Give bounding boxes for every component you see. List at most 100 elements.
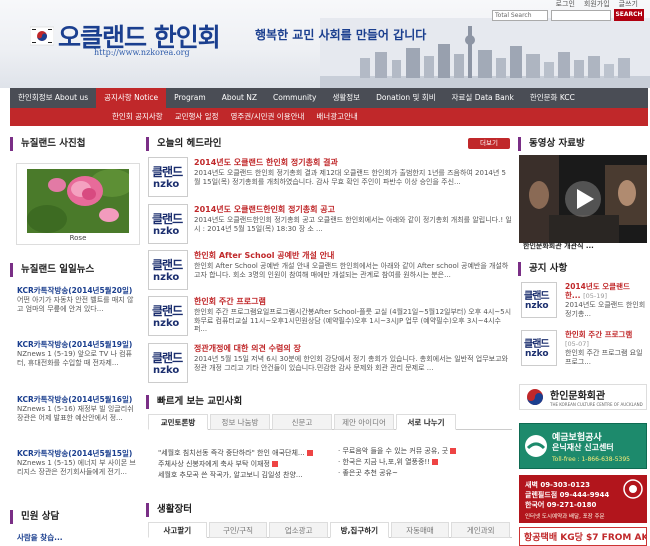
more-button[interactable]: 더보기 xyxy=(468,138,510,149)
thumb-logo-text: 클랜드 xyxy=(152,304,183,318)
tab-tutoring[interactable]: 게인과외 xyxy=(451,522,511,538)
nav-item-life-info[interactable]: 생활정보 xyxy=(324,88,368,108)
tab-business-ads[interactable]: 업소광고 xyxy=(269,522,329,538)
thumb-logo-text: 클랜드 xyxy=(152,351,183,365)
news-item[interactable]: KCR카톡작방송(2014년5월19일) NZnews 1 (5-19) 앞으로… xyxy=(17,340,139,367)
nav-item-kcc[interactable]: 한인문화 KCC xyxy=(522,88,583,108)
courier-banner[interactable]: 항공택배 KG당 $7 FROM AK xyxy=(519,527,647,546)
news-title[interactable]: KCR카톡작방송(2014년5월16일) xyxy=(17,395,139,404)
sub-nav-residency[interactable]: 영주권/시민권 이용안내 xyxy=(224,108,310,126)
signup-link[interactable]: 회원가입 xyxy=(584,0,610,9)
notice-heading[interactable]: 공지 사항 xyxy=(518,262,646,276)
nav-item-notice[interactable]: 공지사항 Notice xyxy=(96,88,167,108)
news-summary: NZnews 1 (5-16) 재정부 빌 잉글리쉬 장관은 어제 발표한 예산… xyxy=(17,405,134,422)
logo-url: http://www.nzkorea.org xyxy=(94,48,190,57)
nav-item-data-bank[interactable]: 자료실 Data Bank xyxy=(444,88,522,108)
post-link[interactable]: · 한국은 지금 나,포,위 열풍중!! xyxy=(338,457,510,468)
notice-title[interactable]: 한인회 주간 프로그램 [05-07] xyxy=(565,330,647,349)
headline-title[interactable]: 한인회 주간 프로그램 xyxy=(194,296,266,307)
sub-nav-banner-ads[interactable]: 배너광고안내 xyxy=(310,108,363,126)
video-caption[interactable]: 한인문화회관 개관식 ... xyxy=(523,241,594,251)
restaurant-banner[interactable]: 새벽 09-303-0123 글렌필드점 09-444-9944 한국어 09-… xyxy=(519,475,647,523)
headline-title[interactable]: 정관개정에 대한 의견 수렴의 장 xyxy=(194,343,301,354)
news-item[interactable]: KCR카톡작방송(2014년5월15일) NZnews 1 (5-15) 에너지… xyxy=(17,449,139,476)
sub-nav: 한인회 공지사항 교민행사 일정 영주권/시민권 이용안내 배너광고안내 xyxy=(10,108,648,126)
rose-photo xyxy=(27,169,129,233)
branch-phone: 한국어 09-271-0180 xyxy=(525,501,597,509)
photo-album-box[interactable]: Rose xyxy=(16,163,140,245)
culture-centre-banner[interactable]: 한인문화회관 THE KOREAN CULTURE CENTRE OF AUCK… xyxy=(519,384,647,410)
search-button[interactable]: SEARCH xyxy=(614,9,644,21)
headline-item[interactable]: 클랜드 nzko 정관개정에 대한 의견 수렴의 장 2014년 5월 15일 … xyxy=(148,343,512,388)
nav-item-donation[interactable]: Donation 및 회비 xyxy=(368,88,444,108)
news-title[interactable]: KCR카톡작방송(2014년5월19일) xyxy=(17,340,139,349)
headline-item[interactable]: 클랜드 nzko 한인회 After School 공예반 개설 안내 한인회 … xyxy=(148,250,512,295)
headline-thumbnail[interactable]: 클랜드 nzko xyxy=(148,204,188,244)
login-link[interactable]: 로그인 xyxy=(556,0,575,9)
post-link[interactable]: 세월호 추모곡 쓴 작곡가, 알고보니 김일성 찬양... xyxy=(158,470,334,481)
daily-news-heading[interactable]: 뉴질랜드 일일뉴스 xyxy=(10,263,140,277)
search-scope-select[interactable]: Total Search xyxy=(492,9,548,21)
sub-nav-notice[interactable]: 한인회 공지사항 xyxy=(106,108,169,126)
tab-buy-sell[interactable]: 사고팔기 xyxy=(148,522,207,538)
tab-info-share[interactable]: 정보 나눔방 xyxy=(210,414,270,430)
headline-summary: 2014년도 오클랜드한인회 정기총회 공고 오클랜드 한인회에서는 아래와 같… xyxy=(194,216,512,233)
notice-date: [05-07] xyxy=(565,340,589,348)
notice-item[interactable]: 클랜드 nzko 한인회 주간 프로그램 [05-07] 한인회 주간 프로그램… xyxy=(521,330,647,372)
search-input[interactable] xyxy=(551,9,611,21)
headline-item[interactable]: 클랜드 nzko 2014년도 오클랜드 한인회 정기총회 결과 2014년도 … xyxy=(148,157,512,202)
consult-item[interactable]: 사람을 찾습... xyxy=(17,532,63,543)
headline-thumbnail[interactable]: 클랜드 nzko xyxy=(148,343,188,383)
notice-thumbnail[interactable]: 클랜드 nzko xyxy=(521,330,557,366)
tab-sharing[interactable]: 서로 나누기 xyxy=(396,414,456,430)
new-icon xyxy=(306,450,313,456)
headline-title[interactable]: 한인회 After School 공예반 개설 안내 xyxy=(194,250,334,261)
thumb-logo-text: 클랜드 xyxy=(152,165,183,179)
notice-item[interactable]: 클랜드 nzko 2014년도 오클랜드 한... [05-19] 2014년도… xyxy=(521,282,647,324)
sub-nav-events[interactable]: 교민행사 일정 xyxy=(169,108,225,126)
culture-centre-subtitle: THE KOREAN CULTURE CENTRE OF AUCKLAND xyxy=(550,402,643,407)
nav-item-community[interactable]: Community xyxy=(265,88,324,108)
tab-housing[interactable]: 방,집구하기 xyxy=(330,522,389,538)
post-link[interactable]: · 좋은곳 추천 공유~ xyxy=(338,468,510,479)
nav-item-about[interactable]: 한인회정보 About us xyxy=(10,88,96,108)
news-item[interactable]: KCR카톡작방송(2014년5월20일) 어떤 아기가 자동차 안전 벨트를 매… xyxy=(17,286,139,313)
headline-heading: 오늘의 헤드라인 xyxy=(146,137,446,151)
photo-album-heading[interactable]: 뉴질랜드 사진첩 xyxy=(10,137,140,151)
consult-heading[interactable]: 민원 상담 xyxy=(10,510,140,524)
post-link[interactable]: · 무료음악 들을 수 있는 커뮤 공유, 굿 xyxy=(338,446,510,457)
headline-thumbnail[interactable]: 클랜드 nzko xyxy=(148,250,188,290)
tab-jobs[interactable]: 구인/구직 xyxy=(208,522,268,538)
headline-item[interactable]: 클랜드 nzko 한인회 주간 프로그램 한인회 주간 프로그램요일프로그램시간… xyxy=(148,296,512,341)
post-link[interactable]: 주체사상 신봉자에게 축사 부탁 이재정 xyxy=(158,459,334,470)
tab-petition[interactable]: 신문고 xyxy=(272,414,332,430)
tab-cars[interactable]: 자동매매 xyxy=(390,522,450,538)
tab-ideas[interactable]: 제안 아이디어 xyxy=(334,414,394,430)
nav-item-program[interactable]: Program xyxy=(166,88,214,108)
news-title[interactable]: KCR카톡작방송(2014년5월20일) xyxy=(17,286,139,295)
headline-title[interactable]: 2014년도 오클랜드한인회 정기총회 공고 xyxy=(194,204,335,215)
tab-discussion[interactable]: 교민토론방 xyxy=(148,414,208,430)
headline-thumbnail[interactable]: 클랜드 nzko xyxy=(148,157,188,197)
post-link[interactable]: "세월호 침치선동 즉각 중단하라" 한인 애국단체... xyxy=(158,448,334,459)
thumb-logo-text: 클랜드 xyxy=(152,212,183,226)
marketplace-tabs: 사고팔기 구인/구직 업소광고 방,집구하기 자동매매 게인과외 xyxy=(148,522,512,538)
taegeuk-icon xyxy=(527,389,543,405)
deposit-insurance-banner[interactable]: 예금보험공사 은닉재산 신고센터 Toll-free : 1-866-638-5… xyxy=(519,423,647,469)
write-link[interactable]: 글쓰기 xyxy=(619,0,638,9)
site-logo[interactable]: 오클랜드 한인회 http://www.nzkorea.org xyxy=(30,18,221,57)
headline-title[interactable]: 2014년도 오클랜드 한인회 정기총회 결과 xyxy=(194,157,338,168)
news-summary: 어떤 아기가 자동차 안전 벨트를 매지 않고 엄마의 무릎에 안겨 있다... xyxy=(17,296,134,313)
order-note: 인터넷 도시예약과 배달, 포장 주문 xyxy=(525,514,605,520)
video-thumbnail[interactable] xyxy=(519,155,647,243)
notice-thumbnail[interactable]: 클랜드 nzko xyxy=(521,282,557,318)
nav-item-about-nz[interactable]: About NZ xyxy=(214,88,265,108)
headline-item[interactable]: 클랜드 nzko 2014년도 오클랜드한인회 정기총회 공고 2014년도 오… xyxy=(148,204,512,249)
news-item[interactable]: KCR카톡작방송(2014년5월16일) NZnews 1 (5-16) 재정부… xyxy=(17,395,139,422)
headline-thumbnail[interactable]: 클랜드 nzko xyxy=(148,296,188,336)
notice-title[interactable]: 2014년도 오클랜드 한... [05-19] xyxy=(565,282,647,301)
photo-caption: Rose xyxy=(69,234,87,242)
deposit-phone: Toll-free : 1-866-638-5395 xyxy=(552,456,630,463)
news-title[interactable]: KCR카톡작방송(2014년5월15일) xyxy=(17,449,139,458)
video-heading[interactable]: 동영상 자료방 xyxy=(518,137,646,151)
